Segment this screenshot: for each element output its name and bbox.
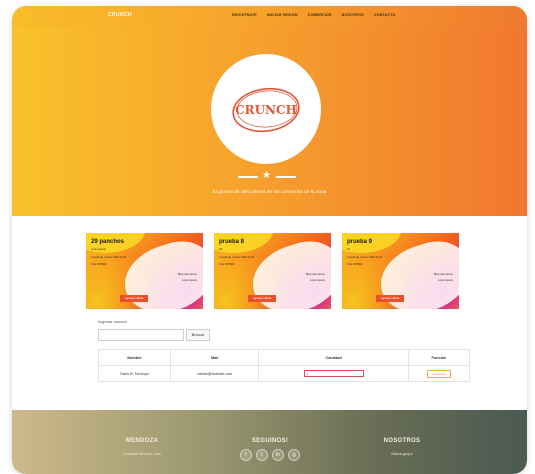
table-row: Dallo El Tommyo clientc@hotmail.com 1 Co…	[97, 365, 471, 382]
search-label: Ingresar usuario	[98, 319, 127, 324]
nav-links: REGISTRATE INICIAR SESIÓN COMERCIOS NOSO…	[232, 13, 395, 17]
column-header-mail: Mail	[170, 349, 260, 366]
footer-column-mendoza: MENDOZA Avenida Siempre Viva	[107, 438, 177, 456]
top-navbar: CRUNCH REGISTRATE INICIAR SESIÓN COMERCI…	[12, 6, 527, 28]
hero-logo-text: CRUNCH	[235, 103, 297, 117]
column-header-nombre: Nombre	[97, 349, 172, 366]
search-input[interactable]	[98, 329, 184, 341]
card-info: Mas informacion	[433, 273, 453, 276]
product-card[interactable]: 29 panchos Lorem ipsum Cuenta de cuenta:…	[86, 233, 203, 309]
footer-column-social: SEGUINOS! f t in ◎	[230, 438, 310, 461]
linkedin-icon[interactable]: in	[272, 449, 284, 461]
instagram-icon[interactable]: ◎	[288, 449, 300, 461]
card-title: prueba 9	[347, 239, 373, 245]
card-info: Lorem ipsum	[438, 279, 453, 282]
hero-tagline: El ganam de descuentos en los comercios …	[212, 190, 327, 195]
footer-heading: MENDOZA	[125, 438, 159, 444]
social-icons: f t in ◎	[230, 449, 310, 461]
card-line: Lorem ipsum	[91, 248, 106, 251]
card-info: Mas informacion	[177, 273, 197, 276]
cell-cantidad: 1	[258, 365, 409, 382]
footer-heading: SEGUINOS!	[251, 438, 289, 444]
hero-divider: ★	[238, 170, 296, 182]
column-header-cantidad: Cantidad	[258, 349, 409, 366]
footer-address: Avenida Siempre Viva	[123, 452, 161, 456]
card-info: Mas informacion	[305, 273, 325, 276]
cell-mail: clientc@hotmail.com	[170, 365, 260, 382]
product-card[interactable]: prueba 9 10 Cuenta de cuenta: 2020-10-10…	[342, 233, 459, 309]
browser-frame: CRUNCH REGISTRATE INICIAR SESIÓN COMERCI…	[12, 6, 527, 474]
card-line: 10	[347, 248, 350, 251]
card-line: Cuenta de cuenta: 2020-10-10	[91, 256, 127, 259]
card-line: Cost: $76500	[91, 263, 107, 266]
add-to-cart-button[interactable]: Agregar carrito	[248, 295, 276, 302]
card-line: Cuenta de cuenta: 2020-10-10	[219, 256, 255, 259]
card-line: 23	[219, 248, 222, 251]
quantity-input[interactable]: 1	[303, 370, 364, 377]
nav-link-contacto[interactable]: CONTACTO	[374, 13, 396, 17]
card-info: Lorem ipsum	[310, 279, 325, 282]
twitter-icon[interactable]: t	[256, 449, 268, 461]
footer-text: Marca grupo	[391, 452, 413, 456]
star-icon: ★	[262, 170, 271, 181]
confirm-button[interactable]: Confirmar	[426, 369, 451, 378]
footer-heading: NOSOTROS	[383, 438, 421, 444]
brand-logo[interactable]: CRUNCH	[108, 12, 132, 18]
card-line: Cost: $76500	[347, 263, 363, 266]
card-title: prueba 8	[219, 239, 245, 245]
quantity-value: 1	[306, 372, 309, 376]
footer-column-nosotros: NOSOTROS Marca grupo	[364, 438, 440, 456]
add-to-cart-button[interactable]: Agregar carrito	[376, 295, 404, 302]
card-info: Lorem ipsum	[182, 279, 197, 282]
divider-line-right	[276, 176, 296, 178]
facebook-icon[interactable]: f	[240, 449, 252, 461]
card-line: Cuenta de cuenta: 2020-10-10	[347, 256, 383, 259]
product-card[interactable]: prueba 8 23 Cuenta de cuenta: 2020-10-10…	[214, 233, 331, 309]
cell-nombre: Dallo El Tommyo	[97, 365, 172, 382]
table-header-row: Nombre Mail Cantidad Función	[97, 349, 471, 366]
nav-link-comercios[interactable]: COMERCIOS	[308, 13, 332, 17]
cell-funcion: Confirmar	[407, 365, 471, 382]
nav-link-nosotros[interactable]: NOSOTROS	[342, 13, 364, 17]
nav-link-iniciar-sesion[interactable]: INICIAR SESIÓN	[267, 13, 298, 17]
search-button[interactable]: Buscar	[186, 329, 210, 341]
add-to-cart-button[interactable]: Agregar carrito	[120, 295, 148, 302]
users-table: Nombre Mail Cantidad Función Dallo El To…	[97, 349, 471, 382]
card-title: 29 panchos	[91, 239, 125, 245]
divider-line-left	[238, 176, 258, 178]
card-line: Cost: $76500	[219, 263, 235, 266]
nav-link-registrate[interactable]: REGISTRATE	[232, 13, 257, 17]
hero-logo: CRUNCH	[211, 54, 321, 164]
column-header-funcion: Función	[407, 349, 471, 366]
footer: MENDOZA Avenida Siempre Viva SEGUINOS! f…	[12, 410, 527, 474]
